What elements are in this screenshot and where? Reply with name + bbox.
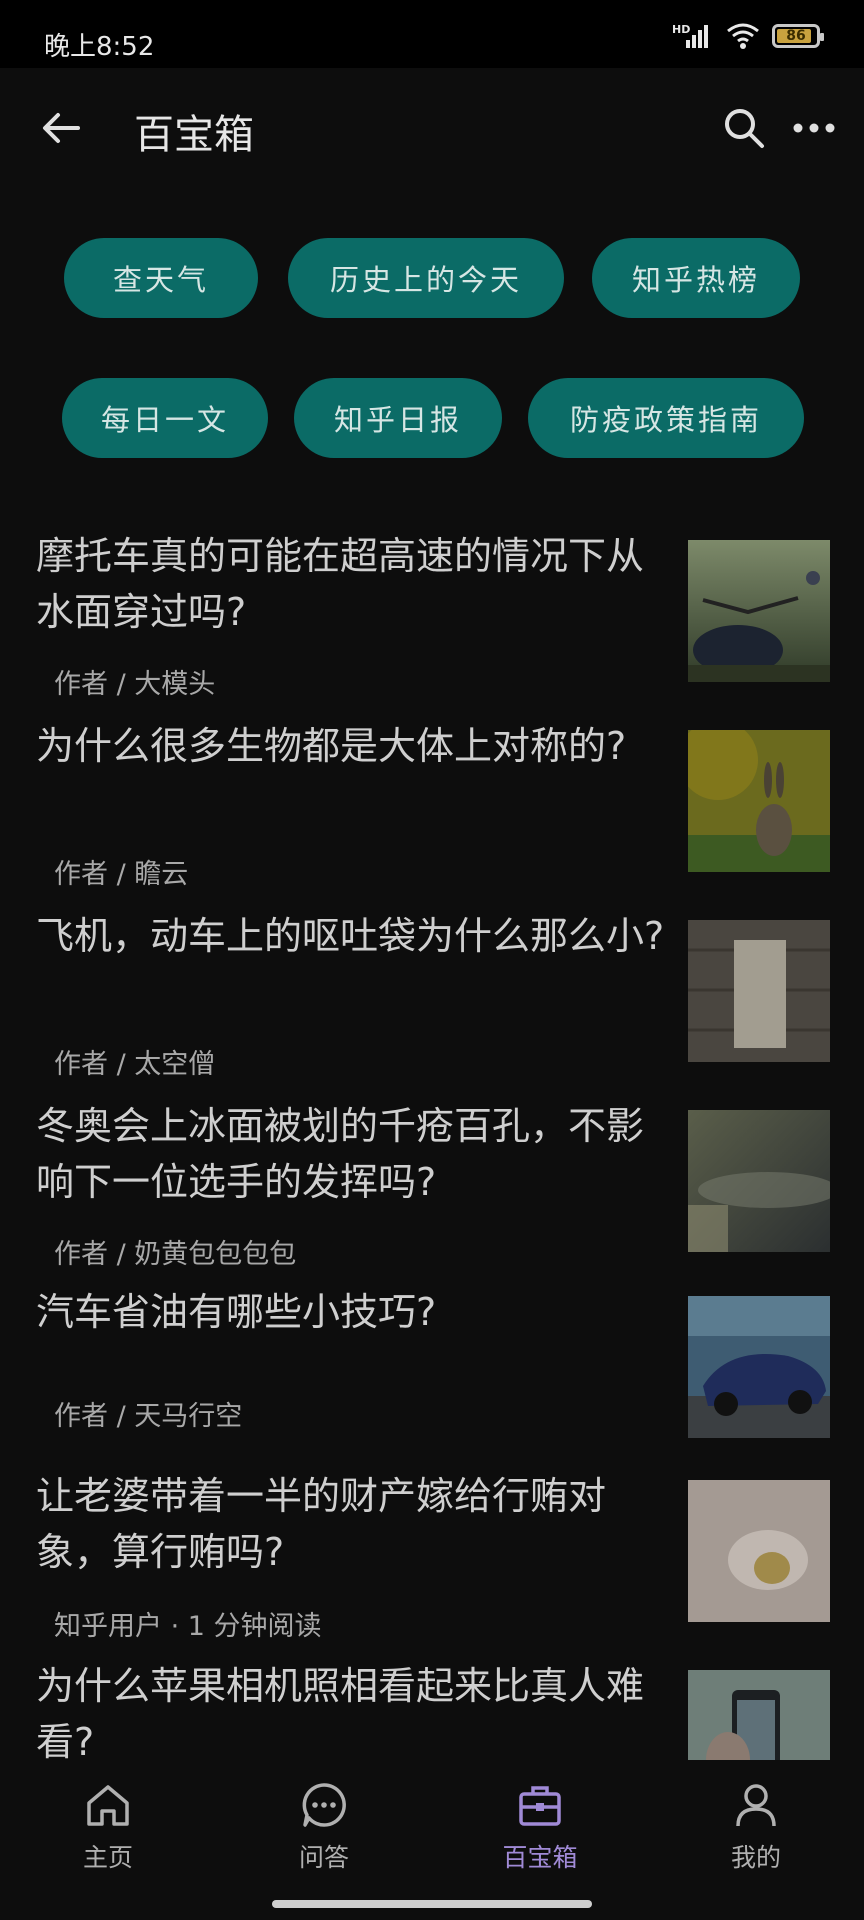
chip-zhihu-daily[interactable]: 知乎日报 — [294, 378, 502, 458]
bottom-navigation: 主页 问答 百宝箱 我的 — [0, 1762, 864, 1882]
article-item[interactable]: 冬奥会上冰面被划的千疮百孔，不影响下一位选手的发挥吗? 作者 / 奶黄包包包包 — [0, 1098, 864, 1288]
article-feed: 摩托车真的可能在超高速的情况下从水面穿过吗? 作者 / 大模头 为什么很多生物都… — [0, 520, 864, 1760]
nav-home[interactable]: 主页 — [0, 1762, 216, 1882]
chip-daily-article[interactable]: 每日一文 — [62, 378, 268, 458]
article-meta: 作者 / 天马行空 — [54, 1401, 243, 1432]
article-title: 汽车省油有哪些小技巧? — [36, 1290, 437, 1334]
nav-label: 我的 — [730, 1843, 781, 1872]
nav-label: 问答 — [298, 1843, 349, 1872]
article-meta: 作者 / 奶黄包包包包 — [54, 1239, 297, 1270]
article-item[interactable]: 让老婆带着一半的财产嫁给行贿对象，算行贿吗? 知乎用户 · 1 分钟阅读 — [0, 1468, 864, 1658]
page-title: 百宝箱 — [134, 112, 254, 158]
nav-profile[interactable]: 我的 — [648, 1762, 864, 1882]
article-meta: 作者 / 大模头 — [54, 669, 216, 700]
chip-today-in-history[interactable]: 历史上的今天 — [288, 238, 564, 318]
article-item[interactable]: 为什么苹果相机照相看起来比真人难看? — [0, 1658, 864, 1760]
article-thumbnail — [688, 1110, 830, 1252]
chip-weather[interactable]: 查天气 — [64, 238, 258, 318]
search-icon[interactable] — [720, 104, 768, 152]
home-icon — [87, 1785, 129, 1826]
signal-icon: HD — [672, 23, 708, 48]
tool-chips-row-2: 每日一文 知乎日报 防疫政策指南 — [0, 378, 864, 458]
article-thumbnail — [688, 1296, 830, 1438]
article-title: 飞机，动车上的呕吐袋为什么那么小? — [36, 914, 665, 958]
person-icon — [736, 1784, 776, 1827]
article-title: 为什么很多生物都是大体上对称的? — [36, 724, 627, 768]
article-title: 让老婆带着一半的财产嫁给行贿对象，算行贿吗? — [36, 1474, 607, 1574]
status-bar: 晚上8:52 HD 86 — [0, 0, 864, 68]
article-thumbnail — [688, 920, 830, 1062]
chat-icon — [302, 1783, 346, 1827]
article-item[interactable]: 飞机，动车上的呕吐袋为什么那么小? 作者 / 太空僧 — [0, 908, 864, 1098]
status-icons: HD 86 — [672, 22, 824, 50]
chip-zhihu-hot[interactable]: 知乎热榜 — [592, 238, 800, 318]
nav-qa[interactable]: 问答 — [216, 1762, 432, 1882]
article-thumbnail — [688, 1480, 830, 1622]
article-title: 冬奥会上冰面被划的千疮百孔，不影响下一位选手的发挥吗? — [36, 1104, 645, 1204]
article-item[interactable]: 摩托车真的可能在超高速的情况下从水面穿过吗? 作者 / 大模头 — [0, 528, 864, 718]
battery-text: 86 — [786, 28, 806, 44]
nav-label: 百宝箱 — [502, 1843, 578, 1872]
toolbox-icon — [519, 1786, 561, 1826]
article-item[interactable]: 为什么很多生物都是大体上对称的? 作者 / 瞻云 — [0, 718, 864, 908]
article-thumbnail — [688, 730, 830, 872]
article-thumbnail — [688, 1670, 830, 1760]
home-indicator[interactable] — [272, 1900, 592, 1908]
article-meta: 知乎用户 · 1 分钟阅读 — [54, 1611, 322, 1642]
article-title: 为什么苹果相机照相看起来比真人难看? — [36, 1664, 645, 1760]
back-arrow-icon[interactable] — [38, 104, 86, 152]
article-meta: 作者 / 太空僧 — [54, 1049, 216, 1080]
article-title: 摩托车真的可能在超高速的情况下从水面穿过吗? — [36, 534, 645, 634]
more-options-icon[interactable] — [790, 108, 838, 148]
network-label: HD — [672, 23, 690, 36]
chip-epidemic-policy[interactable]: 防疫政策指南 — [528, 378, 804, 458]
nav-toolbox[interactable]: 百宝箱 — [432, 1762, 648, 1882]
article-meta: 作者 / 瞻云 — [54, 859, 189, 890]
app-bar: 百宝箱 — [0, 68, 864, 192]
battery-icon: 86 — [772, 24, 824, 48]
status-time: 晚上8:52 — [44, 32, 155, 62]
tool-chips-row-1: 查天气 历史上的今天 知乎热榜 — [0, 238, 864, 318]
article-thumbnail — [688, 540, 830, 682]
article-item[interactable]: 汽车省油有哪些小技巧? 作者 / 天马行空 — [0, 1284, 864, 1474]
nav-label: 主页 — [82, 1843, 133, 1872]
wifi-icon — [727, 23, 759, 49]
